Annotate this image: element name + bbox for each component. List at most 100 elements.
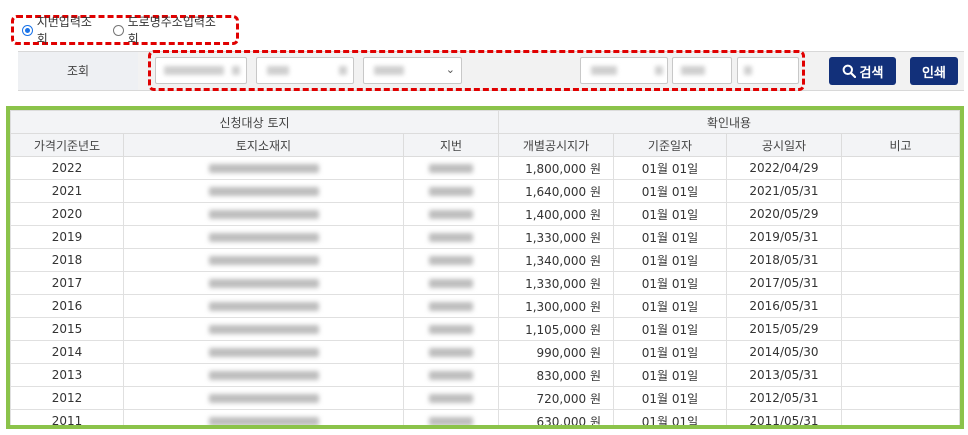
- cell-year: 2016: [10, 294, 124, 318]
- cell-base-date: 01월 01일: [613, 340, 727, 364]
- redacted-text: [429, 164, 473, 173]
- redacted-value: [681, 66, 705, 75]
- land-price-table: 신청대상 토지 확인내용 가격기준년도 토지소재지 지번 개별공시지가 기준일자…: [10, 110, 960, 425]
- redacted-text: [208, 325, 319, 334]
- column-header-base-date: 기준일자: [613, 133, 727, 157]
- cell-price: 1,300,000 원: [498, 294, 614, 318]
- cell-location-redacted: [123, 225, 404, 249]
- cell-remarks: [841, 179, 960, 203]
- cell-lot-number-redacted: [403, 248, 499, 272]
- cell-announce-date: 2013/05/31: [726, 363, 842, 387]
- cell-price: 1,340,000 원: [498, 248, 614, 272]
- cell-announce-date: 2020/05/29: [726, 202, 842, 226]
- cell-lot-number-redacted: [403, 294, 499, 318]
- cell-lot-number-redacted: [403, 156, 499, 180]
- cell-price: 1,800,000 원: [498, 156, 614, 180]
- city-select[interactable]: [256, 57, 354, 84]
- radio-unchecked-icon: [112, 24, 124, 36]
- table-row: 2012 720,000 원 01월 01일 2012/05/31: [10, 386, 960, 410]
- sub-lot-input[interactable]: [737, 57, 799, 84]
- column-header-location: 토지소재지: [123, 133, 404, 157]
- search-label: 조회: [18, 52, 138, 90]
- cell-price: 1,400,000 원: [498, 202, 614, 226]
- redacted-text: [208, 348, 319, 357]
- redacted-text: [429, 394, 473, 403]
- redacted-value: [591, 66, 617, 75]
- cell-year: 2017: [10, 271, 124, 295]
- cell-announce-date: 2012/05/31: [726, 386, 842, 410]
- district-select[interactable]: ⌄: [363, 57, 462, 84]
- cell-announce-date: 2011/05/31: [726, 409, 842, 425]
- radio-lot-number-search[interactable]: 지번입력조회: [22, 13, 101, 47]
- redacted-text: [208, 302, 319, 311]
- cell-remarks: [841, 386, 960, 410]
- column-header-announce-date: 공시일자: [726, 133, 842, 157]
- cell-announce-date: 2019/05/31: [726, 225, 842, 249]
- table-row: 2018 1,340,000 원 01월 01일 2018/05/31: [10, 248, 960, 272]
- chevron-down-icon: ⌄: [445, 63, 455, 76]
- cell-location-redacted: [123, 386, 404, 410]
- search-button[interactable]: 검색: [829, 57, 896, 85]
- cell-lot-number-redacted: [403, 363, 499, 387]
- cell-announce-date: 2014/05/30: [726, 340, 842, 364]
- print-button[interactable]: 인쇄: [910, 57, 958, 85]
- cell-location-redacted: [123, 363, 404, 387]
- cell-price: 990,000 원: [498, 340, 614, 364]
- land-type-select[interactable]: [580, 57, 668, 84]
- redacted-text: [208, 233, 319, 242]
- column-header-remarks: 비고: [841, 133, 960, 157]
- group-header-confirmation: 확인내용: [498, 110, 960, 134]
- cell-remarks: [841, 340, 960, 364]
- cell-remarks: [841, 202, 960, 226]
- cell-remarks: [841, 271, 960, 295]
- cell-price: 630,000 원: [498, 409, 614, 425]
- cell-base-date: 01월 01일: [613, 409, 727, 425]
- group-header-target-land: 신청대상 토지: [10, 110, 499, 134]
- redacted-text: [208, 210, 319, 219]
- cell-year: 2022: [10, 156, 124, 180]
- redacted-text: [429, 417, 473, 425]
- table-row: 2021 1,640,000 원 01월 01일 2021/05/31: [10, 179, 960, 203]
- cell-location-redacted: [123, 340, 404, 364]
- column-header-year: 가격기준년도: [10, 133, 124, 157]
- cell-base-date: 01월 01일: [613, 363, 727, 387]
- chevron-down-icon: [339, 66, 347, 75]
- chevron-down-icon: [655, 66, 663, 75]
- province-select[interactable]: [155, 57, 247, 84]
- cell-base-date: 01월 01일: [613, 202, 727, 226]
- radio-checked-icon: [22, 24, 33, 36]
- redacted-text: [208, 256, 319, 265]
- cell-base-date: 01월 01일: [613, 317, 727, 341]
- cell-base-date: 01월 01일: [613, 271, 727, 295]
- cell-location-redacted: [123, 317, 404, 341]
- redacted-text: [429, 187, 473, 196]
- cell-base-date: 01월 01일: [613, 156, 727, 180]
- column-header-lot-number: 지번: [403, 133, 499, 157]
- cell-lot-number-redacted: [403, 225, 499, 249]
- table-row: 2011 630,000 원 01월 01일 2011/05/31: [10, 409, 960, 425]
- table-row: 2013 830,000 원 01월 01일 2013/05/31: [10, 363, 960, 387]
- radio-road-address-search[interactable]: 도로명주소입력조회: [112, 13, 224, 47]
- cell-price: 1,105,000 원: [498, 317, 614, 341]
- cell-price: 1,330,000 원: [498, 271, 614, 295]
- redacted-value: [164, 66, 224, 75]
- redacted-text: [429, 279, 473, 288]
- print-button-label: 인쇄: [922, 65, 946, 81]
- cell-year: 2020: [10, 202, 124, 226]
- cell-lot-number-redacted: [403, 271, 499, 295]
- cell-remarks: [841, 225, 960, 249]
- redacted-text: [429, 256, 473, 265]
- cell-location-redacted: [123, 248, 404, 272]
- cell-lot-number-redacted: [403, 179, 499, 203]
- main-lot-input[interactable]: [672, 57, 732, 84]
- cell-base-date: 01월 01일: [613, 386, 727, 410]
- chevron-down-icon: [232, 66, 240, 75]
- cell-year: 2014: [10, 340, 124, 364]
- cell-year: 2012: [10, 386, 124, 410]
- redacted-text: [429, 325, 473, 334]
- cell-remarks: [841, 409, 960, 425]
- search-mode-group: 지번입력조회 도로명주소입력조회: [11, 13, 239, 47]
- redacted-text: [208, 371, 319, 380]
- cell-base-date: 01월 01일: [613, 225, 727, 249]
- cell-announce-date: 2018/05/31: [726, 248, 842, 272]
